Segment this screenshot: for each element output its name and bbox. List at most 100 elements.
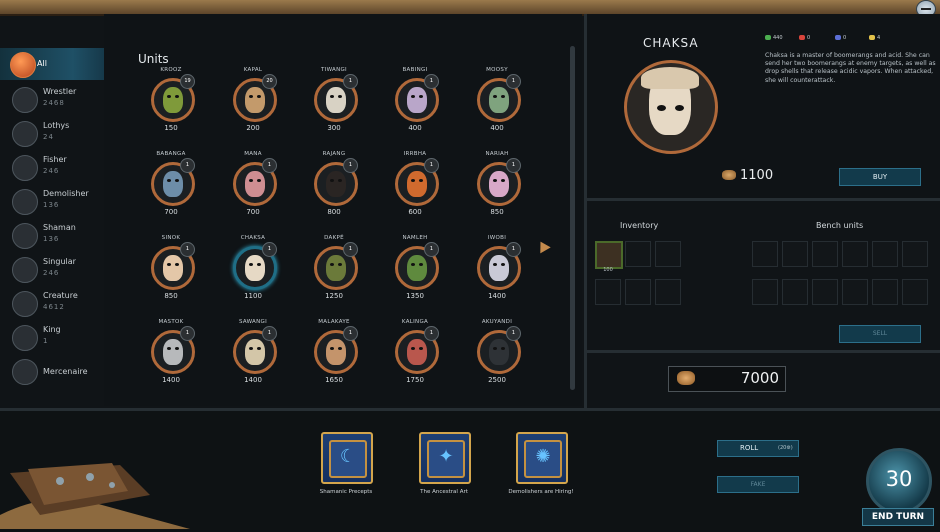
unit-face: [245, 171, 265, 197]
unit-card-krooz[interactable]: KROOZ 19 150: [136, 67, 206, 147]
bench-slot[interactable]: [902, 241, 928, 267]
sidebar-item-wrestler[interactable]: Wrestler 2468: [6, 84, 104, 114]
unit-eye: [501, 347, 505, 350]
fake-button[interactable]: FAKE: [717, 476, 799, 493]
unit-count-badge: 1: [424, 242, 439, 257]
turn-timer: 30: [866, 448, 932, 514]
unit-card-mastok[interactable]: MASTOK 1 1400: [136, 319, 206, 399]
unit-card-sawangi[interactable]: SAWANGI 1 1400: [218, 319, 288, 399]
book-emblem-icon: ✺: [535, 446, 551, 467]
stat-value: 4: [877, 35, 881, 41]
bench-slot[interactable]: [812, 241, 838, 267]
unit-eye: [411, 95, 415, 98]
unit-eye: [175, 263, 179, 266]
sidebar-item-singular[interactable]: Singular 246: [6, 254, 104, 284]
bench-slot[interactable]: [812, 279, 838, 305]
unit-face: [326, 255, 346, 281]
bench-slot[interactable]: [752, 241, 778, 267]
unit-card-rajang[interactable]: RAJANG 1 800: [299, 151, 369, 231]
bench-slot[interactable]: [902, 279, 928, 305]
unit-count-badge: 1: [506, 74, 521, 89]
sidebar-item-shaman[interactable]: Shaman 136: [6, 220, 104, 250]
spell-book-card[interactable]: ☾: [321, 432, 373, 484]
sidebar-item-all[interactable]: All: [0, 48, 104, 80]
unit-eye: [167, 347, 171, 350]
bench-slot[interactable]: [752, 279, 778, 305]
unit-price: 1250: [325, 292, 343, 300]
inventory-slot[interactable]: [625, 241, 651, 267]
inventory-slot[interactable]: [655, 241, 681, 267]
unit-count-badge: 1: [506, 242, 521, 257]
unit-card-irrbha[interactable]: IRRBHA 1 600: [380, 151, 450, 231]
sidebar-item-fisher[interactable]: Fisher 246: [6, 152, 104, 182]
unit-price: 700: [164, 208, 178, 216]
creature-icon: [12, 291, 38, 317]
unit-card-sinok[interactable]: SINOK 1 850: [136, 235, 206, 315]
book-label: Shamanic Precepts: [319, 489, 373, 495]
unit-count-badge: 1: [262, 158, 277, 173]
sidebar-item-count: 136: [43, 201, 60, 209]
sidebar-item-lothys[interactable]: Lothys 24: [6, 118, 104, 148]
book-label: Demolishers are Hiring!: [508, 489, 574, 495]
roll-button[interactable]: ROLL (20⚙): [717, 440, 799, 457]
spell-book-card[interactable]: ✺: [516, 432, 568, 484]
spell-book-card[interactable]: ✦: [419, 432, 471, 484]
unit-card-kalinga[interactable]: KALINGA 1 1750: [380, 319, 450, 399]
unit-eye: [338, 179, 342, 182]
sidebar-item-count: 246: [43, 269, 60, 277]
unit-card-malakaye[interactable]: MALAKAYE 1 1650: [299, 319, 369, 399]
bench-slot[interactable]: [872, 279, 898, 305]
unit-face: [489, 87, 509, 113]
unit-count-badge: 19: [180, 74, 195, 89]
bench-slot[interactable]: [842, 241, 868, 267]
unit-card-kapal[interactable]: KAPAL 20 200: [218, 67, 288, 147]
unit-card-nariah[interactable]: NARIAH 1 850: [462, 151, 532, 231]
units-scrollbar[interactable]: [570, 46, 575, 390]
sidebar-item-mercenaire[interactable]: Mercenaire: [6, 356, 104, 386]
buy-button[interactable]: BUY: [839, 168, 921, 186]
unit-card-akuyandi[interactable]: AKUYANDI 1 2500: [462, 319, 532, 399]
unit-name: TIWANGI: [321, 67, 347, 73]
unit-card-iwobi[interactable]: IWOBI 1 1400: [462, 235, 532, 315]
selected-unit-name: CHAKSA: [643, 36, 699, 50]
unit-eye: [501, 95, 505, 98]
unit-card-dakpé[interactable]: DAKPÉ 1 1250: [299, 235, 369, 315]
fisher-icon: [12, 155, 38, 181]
shaman-icon: [12, 223, 38, 249]
roll-cost: (20⚙): [778, 445, 793, 451]
unit-card-tiwangi[interactable]: TIWANGI 1 300: [299, 67, 369, 147]
scroll-thumb[interactable]: [570, 46, 575, 390]
inventory-item[interactable]: [595, 241, 623, 269]
bench-slot[interactable]: [782, 241, 808, 267]
unit-eye: [167, 179, 171, 182]
sidebar-item-creature[interactable]: Creature 4612: [6, 288, 104, 318]
sell-button[interactable]: SELL: [839, 325, 921, 343]
unit-face: [163, 255, 183, 281]
bench-slot[interactable]: [782, 279, 808, 305]
book-cover: ☾: [329, 440, 367, 478]
unit-card-moosy[interactable]: MOOSY 1 400: [462, 67, 532, 147]
book-emblem-icon: ☾: [339, 446, 357, 467]
unit-card-chaksa[interactable]: CHAKSA 1 1100: [218, 235, 288, 315]
stat-icon: [799, 35, 805, 40]
stat-0: 440: [765, 35, 783, 41]
sidebar-item-king[interactable]: King 1: [6, 322, 104, 352]
inventory-slot[interactable]: [655, 279, 681, 305]
unit-card-namleh[interactable]: NAMLEH 1 1350: [380, 235, 450, 315]
unit-card-babingi[interactable]: BABINGI 1 400: [380, 67, 450, 147]
orange-orb-icon: [10, 52, 36, 78]
bench-slot[interactable]: [842, 279, 868, 305]
unit-price: 700: [246, 208, 260, 216]
sidebar-item-demolisher[interactable]: Demolisher 136: [6, 186, 104, 216]
end-turn-button[interactable]: END TURN: [862, 508, 934, 526]
unit-eye: [330, 347, 334, 350]
inventory-slot[interactable]: [595, 279, 621, 305]
unit-card-mana[interactable]: MANA 1 700: [218, 151, 288, 231]
unit-name: SINOK: [161, 235, 181, 241]
inventory-slot[interactable]: [625, 279, 651, 305]
unit-card-babanga[interactable]: BABANGA 1 700: [136, 151, 206, 231]
gold-coins-icon: [677, 371, 695, 385]
bench-slot[interactable]: [872, 241, 898, 267]
unit-face: [407, 255, 427, 281]
unit-face: [163, 87, 183, 113]
